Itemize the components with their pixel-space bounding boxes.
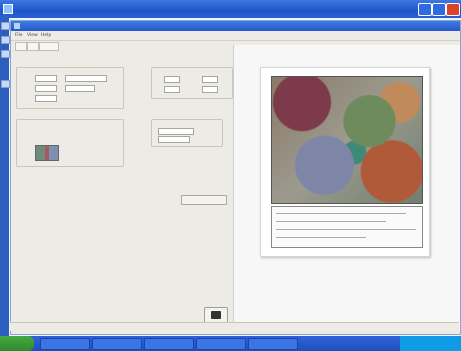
legend-line (276, 237, 366, 238)
layout-thumbnail (35, 145, 59, 161)
taskbar-item[interactable] (196, 338, 246, 350)
orientation-field[interactable] (35, 75, 57, 82)
legend-line (276, 213, 406, 214)
map-x-field[interactable] (164, 76, 180, 83)
toolbar-dropdown[interactable] (39, 42, 59, 51)
size-field[interactable] (35, 85, 57, 92)
settings-panel (11, 53, 233, 334)
maximize-button[interactable] (432, 3, 446, 16)
menu-file[interactable]: File (15, 33, 23, 38)
map-h-field[interactable] (202, 86, 218, 93)
legend-line (276, 229, 416, 230)
layout-group (16, 67, 124, 109)
menu-view[interactable]: View (27, 33, 38, 38)
taskbar (0, 336, 461, 351)
map-w-field[interactable] (164, 86, 180, 93)
preview-page (260, 67, 430, 257)
output-option[interactable] (158, 128, 194, 135)
main-title-bar (0, 0, 461, 18)
legend-group (16, 119, 124, 167)
close-button[interactable] (446, 3, 460, 16)
paper-field[interactable] (65, 75, 107, 82)
desktop: File View Help (0, 0, 461, 351)
menu-bar: File View Help (11, 31, 460, 41)
minimize-button[interactable] (418, 3, 432, 16)
tool-icon[interactable] (1, 80, 10, 88)
left-toolstrip (0, 18, 10, 336)
dialog-icon (14, 23, 20, 29)
status-bar (10, 322, 459, 331)
legend-line (276, 221, 386, 222)
output-group (151, 119, 223, 147)
tool-icon[interactable] (1, 36, 10, 44)
output-option[interactable] (158, 136, 190, 143)
taskbar-item[interactable] (40, 338, 90, 350)
taskbar-item[interactable] (92, 338, 142, 350)
toolbar-button[interactable] (15, 42, 27, 51)
menu-help[interactable]: Help (41, 33, 51, 38)
tool-icon[interactable] (1, 22, 10, 30)
map-area-group (151, 67, 233, 99)
tool-icon[interactable] (1, 50, 10, 58)
print-icon (211, 311, 221, 319)
scale-field[interactable] (35, 95, 57, 102)
map-y-field[interactable] (202, 76, 218, 83)
legend-box (271, 206, 423, 248)
system-tray (400, 336, 461, 351)
start-button[interactable] (0, 336, 34, 351)
print-preview-panel (233, 45, 460, 331)
dialog-title-bar (11, 21, 460, 31)
app-icon (3, 4, 13, 14)
options-button[interactable] (181, 195, 227, 205)
toolbar-button[interactable] (27, 42, 39, 51)
units-field[interactable] (65, 85, 95, 92)
taskbar-item[interactable] (248, 338, 298, 350)
taskbar-item[interactable] (144, 338, 194, 350)
map-image (271, 76, 423, 204)
